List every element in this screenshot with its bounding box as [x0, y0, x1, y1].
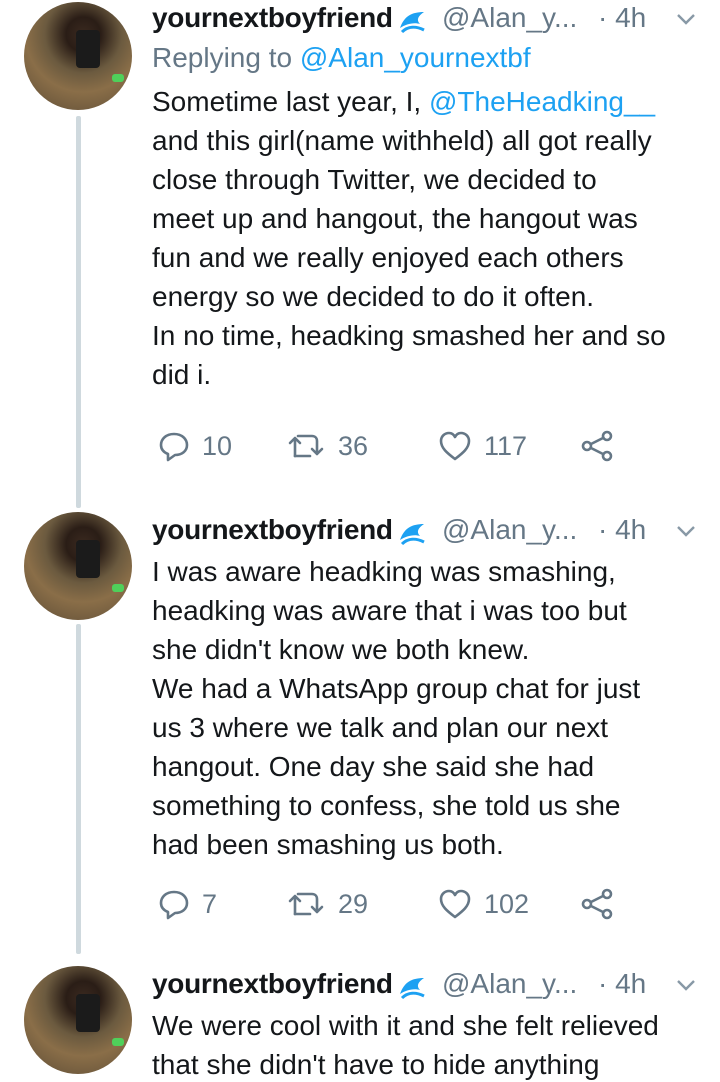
- tweet-text: Sometime last year, I, @TheHeadking__ an…: [152, 82, 704, 394]
- tweet[interactable]: yournextboyfriend @Alan_y... · 4h Replyi…: [0, 0, 720, 508]
- reply-icon: [159, 890, 189, 920]
- retweet-icon: [288, 892, 324, 916]
- reply-button[interactable]: 7: [158, 888, 217, 920]
- chevron-down-icon[interactable]: [676, 978, 696, 992]
- verified-badge-icon: [400, 524, 425, 546]
- replying-prefix: Replying to: [152, 42, 300, 73]
- like-button[interactable]: 102: [438, 888, 529, 920]
- retweet-button[interactable]: 29: [286, 888, 368, 920]
- chevron-down-icon[interactable]: [676, 524, 696, 538]
- timestamp[interactable]: · 4h: [598, 514, 646, 546]
- heart-icon: [439, 431, 471, 461]
- retweet-count: 29: [338, 888, 369, 919]
- tweet-header: yournextboyfriend @Alan_y... · 4h: [152, 512, 704, 552]
- tweet-text: I was aware headking was smashing, headk…: [152, 556, 641, 860]
- retweet-button[interactable]: 36: [286, 430, 368, 462]
- reply-count: 10: [202, 430, 233, 461]
- tweet-header: yournextboyfriend @Alan_y... · 4h: [152, 0, 704, 40]
- verified-badge-icon: [400, 12, 425, 34]
- tweet-header: yournextboyfriend @Alan_y... · 4h: [152, 966, 704, 1006]
- like-count: 117: [484, 430, 528, 461]
- reply-count: 7: [202, 888, 218, 919]
- mention-link[interactable]: @TheHeadking__: [429, 86, 655, 117]
- handle[interactable]: @Alan_y...: [442, 2, 577, 34]
- verified-badge-icon: [400, 978, 425, 1000]
- share-icon: [581, 888, 613, 920]
- retweet-icon: [288, 434, 324, 458]
- timestamp[interactable]: · 4h: [598, 2, 646, 34]
- replying-mention-link[interactable]: @Alan_yournextbf: [300, 42, 531, 73]
- tweet-actions: 7 29 102: [152, 888, 692, 924]
- like-button[interactable]: 117: [438, 430, 527, 462]
- display-name[interactable]: yournextboyfriend: [152, 2, 393, 34]
- share-icon: [581, 430, 613, 462]
- handle[interactable]: @Alan_y...: [442, 968, 577, 1000]
- tweet[interactable]: yournextboyfriend @Alan_y... · 4h I was …: [0, 508, 720, 958]
- avatar[interactable]: [24, 966, 132, 1074]
- reply-icon: [159, 432, 189, 462]
- tweet-actions: 10 36 117: [152, 430, 692, 466]
- chevron-down-icon[interactable]: [676, 12, 696, 26]
- share-button[interactable]: [580, 888, 614, 920]
- avatar[interactable]: [24, 512, 132, 620]
- tweet[interactable]: yournextboyfriend @Alan_y... · 4h We wer…: [0, 962, 720, 1082]
- share-button[interactable]: [580, 430, 614, 462]
- like-count: 102: [484, 888, 530, 919]
- replying-to: Replying to @Alan_yournextbf: [152, 42, 704, 74]
- avatar[interactable]: [24, 2, 132, 110]
- display-name[interactable]: yournextboyfriend: [152, 968, 393, 1000]
- handle[interactable]: @Alan_y...: [442, 514, 577, 546]
- heart-icon: [439, 889, 471, 919]
- tweet-text: We were cool with it and she felt reliev…: [152, 1010, 659, 1080]
- reply-button[interactable]: 10: [158, 430, 232, 462]
- tweet-text-part: and this girl(name withheld) all got rea…: [152, 125, 666, 390]
- timestamp[interactable]: · 4h: [598, 968, 646, 1000]
- retweet-count: 36: [338, 430, 369, 461]
- display-name[interactable]: yournextboyfriend: [152, 514, 393, 546]
- tweet-text-part: Sometime last year, I,: [152, 86, 429, 117]
